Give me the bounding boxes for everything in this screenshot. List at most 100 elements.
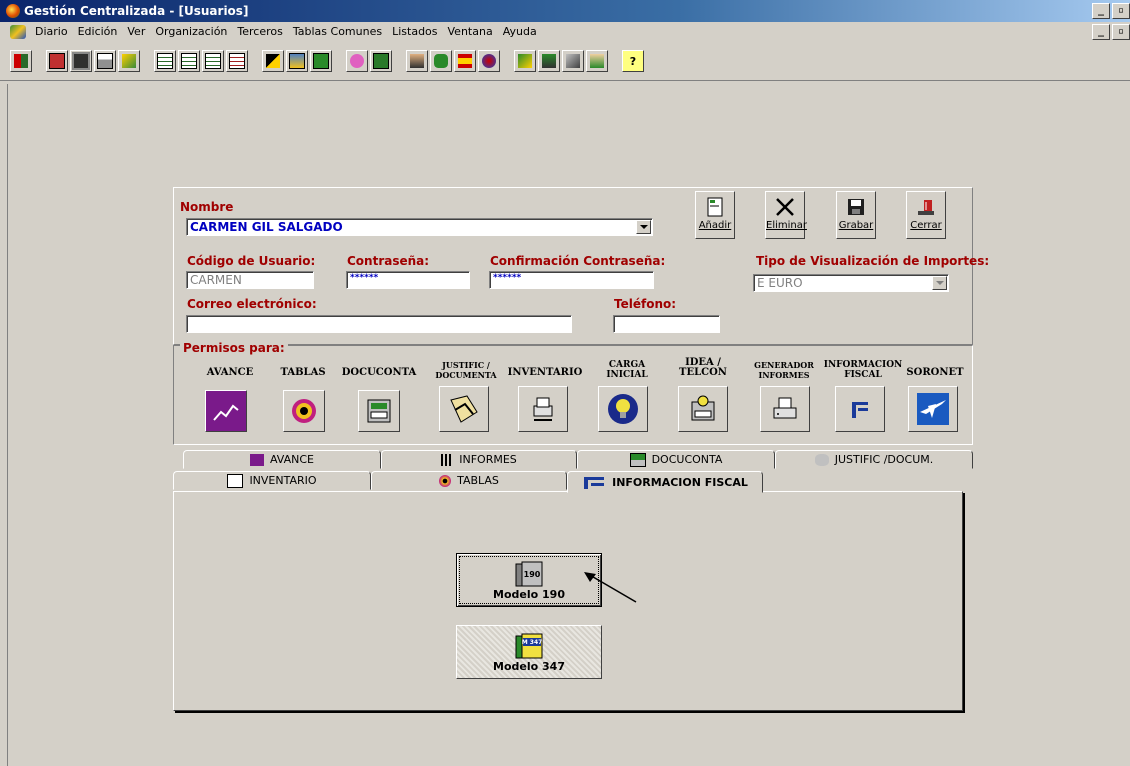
file-cabinet-icon: [629, 452, 646, 467]
menu-diario[interactable]: Diario: [30, 25, 73, 38]
tab-docuconta-label: DOCUCONTA: [651, 453, 723, 466]
perm-carga-button[interactable]: [598, 386, 648, 432]
mdi-child-icon[interactable]: [10, 24, 26, 39]
tab-informacion-fiscal[interactable]: INFORMACION FISCAL: [567, 471, 763, 493]
new-record-icon: [696, 194, 734, 220]
calc-icon[interactable]: [286, 50, 308, 72]
menu-listados[interactable]: Listados: [387, 25, 442, 38]
handshake-icon[interactable]: [586, 50, 608, 72]
svg-text:M 347: M 347: [522, 639, 543, 646]
tab-tablas[interactable]: TABLAS: [371, 471, 567, 490]
fiscal-icon: [852, 402, 868, 418]
handshake-icon: [814, 453, 829, 466]
perm-inventario-button[interactable]: [518, 386, 568, 432]
people-icon[interactable]: [538, 50, 560, 72]
help-icon[interactable]: ?: [622, 50, 644, 72]
nombre-combobox[interactable]: CARMEN GIL SALGADO: [186, 218, 653, 236]
fiscal-icon: [584, 477, 605, 489]
perm-generador-button[interactable]: [760, 386, 810, 432]
tab-tablas-label: TABLAS: [457, 474, 499, 487]
perm-justific-button[interactable]: [439, 386, 489, 432]
delete-x-icon: [766, 194, 804, 220]
phone-field[interactable]: [613, 315, 720, 333]
grid4-icon[interactable]: [226, 50, 248, 72]
maximize-button[interactable]: ▫: [1112, 3, 1130, 19]
mdi-controls: _ ▫: [1092, 23, 1130, 40]
org-icon[interactable]: [514, 50, 536, 72]
menu-tablas-comunes[interactable]: Tablas Comunes: [288, 25, 387, 38]
chevron-down-icon[interactable]: [932, 276, 947, 290]
perm-label-inventario: INVENTARIO: [507, 367, 583, 378]
chevron-down-icon[interactable]: [636, 220, 651, 234]
new-doc-icon[interactable]: [46, 50, 68, 72]
flag-icon[interactable]: [454, 50, 476, 72]
menu-ventana[interactable]: Ventana: [443, 25, 498, 38]
modelo-347-icon: M 347: [515, 633, 543, 658]
add-button[interactable]: Añadir: [695, 191, 735, 239]
tipo-importes-label: Tipo de Visualización de Importes:: [756, 254, 990, 268]
map-icon[interactable]: [118, 50, 140, 72]
pointer-arrow-icon: [584, 572, 637, 603]
perm-tablas-button[interactable]: [283, 390, 325, 432]
perm-soronet-button[interactable]: [908, 386, 958, 432]
menu-ayuda[interactable]: Ayuda: [498, 25, 542, 38]
file-cabinet-icon: [367, 399, 391, 423]
spain-map-icon[interactable]: [430, 50, 452, 72]
password-field[interactable]: ******: [346, 271, 470, 289]
lightbulb-icon: [608, 394, 638, 424]
exit-icon[interactable]: [10, 50, 32, 72]
perm-info-fiscal-button[interactable]: [835, 386, 885, 432]
confirm-password-field[interactable]: ******: [489, 271, 654, 289]
confirm-password-value: ******: [493, 273, 522, 283]
modelo-190-label: Modelo 190: [493, 587, 565, 601]
menu-edicion[interactable]: Edición: [73, 25, 123, 38]
tab-docuconta[interactable]: DOCUCONTA: [577, 450, 775, 469]
piggy-icon[interactable]: [346, 50, 368, 72]
globe-icon[interactable]: [478, 50, 500, 72]
perm-label-justific: JUSTIFIC / DOCUMENTA: [435, 360, 497, 380]
save-button[interactable]: Grabar: [836, 191, 876, 239]
modelo-347-label: Modelo 347: [493, 659, 565, 673]
toolbar: ?: [0, 42, 1130, 81]
modelo-347-button[interactable]: M 347 Modelo 347: [456, 625, 602, 679]
perm-avance-button[interactable]: [205, 390, 247, 432]
email-field[interactable]: [186, 315, 572, 333]
person-icon[interactable]: [406, 50, 428, 72]
edit-icon[interactable]: [262, 50, 284, 72]
delete-button[interactable]: Eliminar: [765, 191, 807, 239]
print-icon[interactable]: [94, 50, 116, 72]
tab-informes-label: INFORMES: [459, 453, 517, 466]
tools-icon[interactable]: [562, 50, 584, 72]
mdi-restore-button[interactable]: ▫: [1112, 23, 1130, 40]
tab-justific-label: JUSTIFIC /DOCUM.: [834, 453, 934, 466]
tab-avance[interactable]: AVANCE: [183, 450, 381, 469]
mdi-minimize-button[interactable]: _: [1092, 23, 1110, 40]
codigo-value: CARMEN: [190, 273, 242, 287]
codigo-field[interactable]: CARMEN: [186, 271, 314, 289]
tab-inventario-label: INVENTARIO: [249, 474, 317, 487]
perm-idea-button[interactable]: [678, 386, 728, 432]
email-label: Correo electrónico:: [187, 297, 317, 311]
add-button-label: Añadir: [698, 220, 732, 231]
grid1-icon[interactable]: [154, 50, 176, 72]
menu-organizacion[interactable]: Organización: [150, 25, 232, 38]
grid2-icon[interactable]: [178, 50, 200, 72]
tab-justific[interactable]: JUSTIFIC /DOCUM.: [775, 450, 973, 469]
tipo-importes-combobox[interactable]: E EURO: [753, 274, 949, 292]
tab-informes[interactable]: INFORMES: [381, 450, 577, 469]
cash-icon[interactable]: [370, 50, 392, 72]
menu-ver[interactable]: Ver: [122, 25, 150, 38]
minimize-button[interactable]: _: [1092, 3, 1110, 19]
printer-hand-icon: [227, 473, 244, 488]
printer-icon: [773, 397, 797, 419]
tab-inventario[interactable]: INVENTARIO: [173, 471, 371, 490]
menu-terceros[interactable]: Terceros: [232, 25, 287, 38]
money-icon[interactable]: [310, 50, 332, 72]
save-icon[interactable]: [70, 50, 92, 72]
perm-docuconta-button[interactable]: [358, 390, 400, 432]
password-value: ******: [350, 273, 379, 283]
grid3-icon[interactable]: [202, 50, 224, 72]
close-button[interactable]: Cerrar: [906, 191, 946, 239]
delete-button-label: Eliminar: [766, 220, 807, 231]
confirm-password-label: Confirmación Contraseña:: [490, 254, 666, 268]
